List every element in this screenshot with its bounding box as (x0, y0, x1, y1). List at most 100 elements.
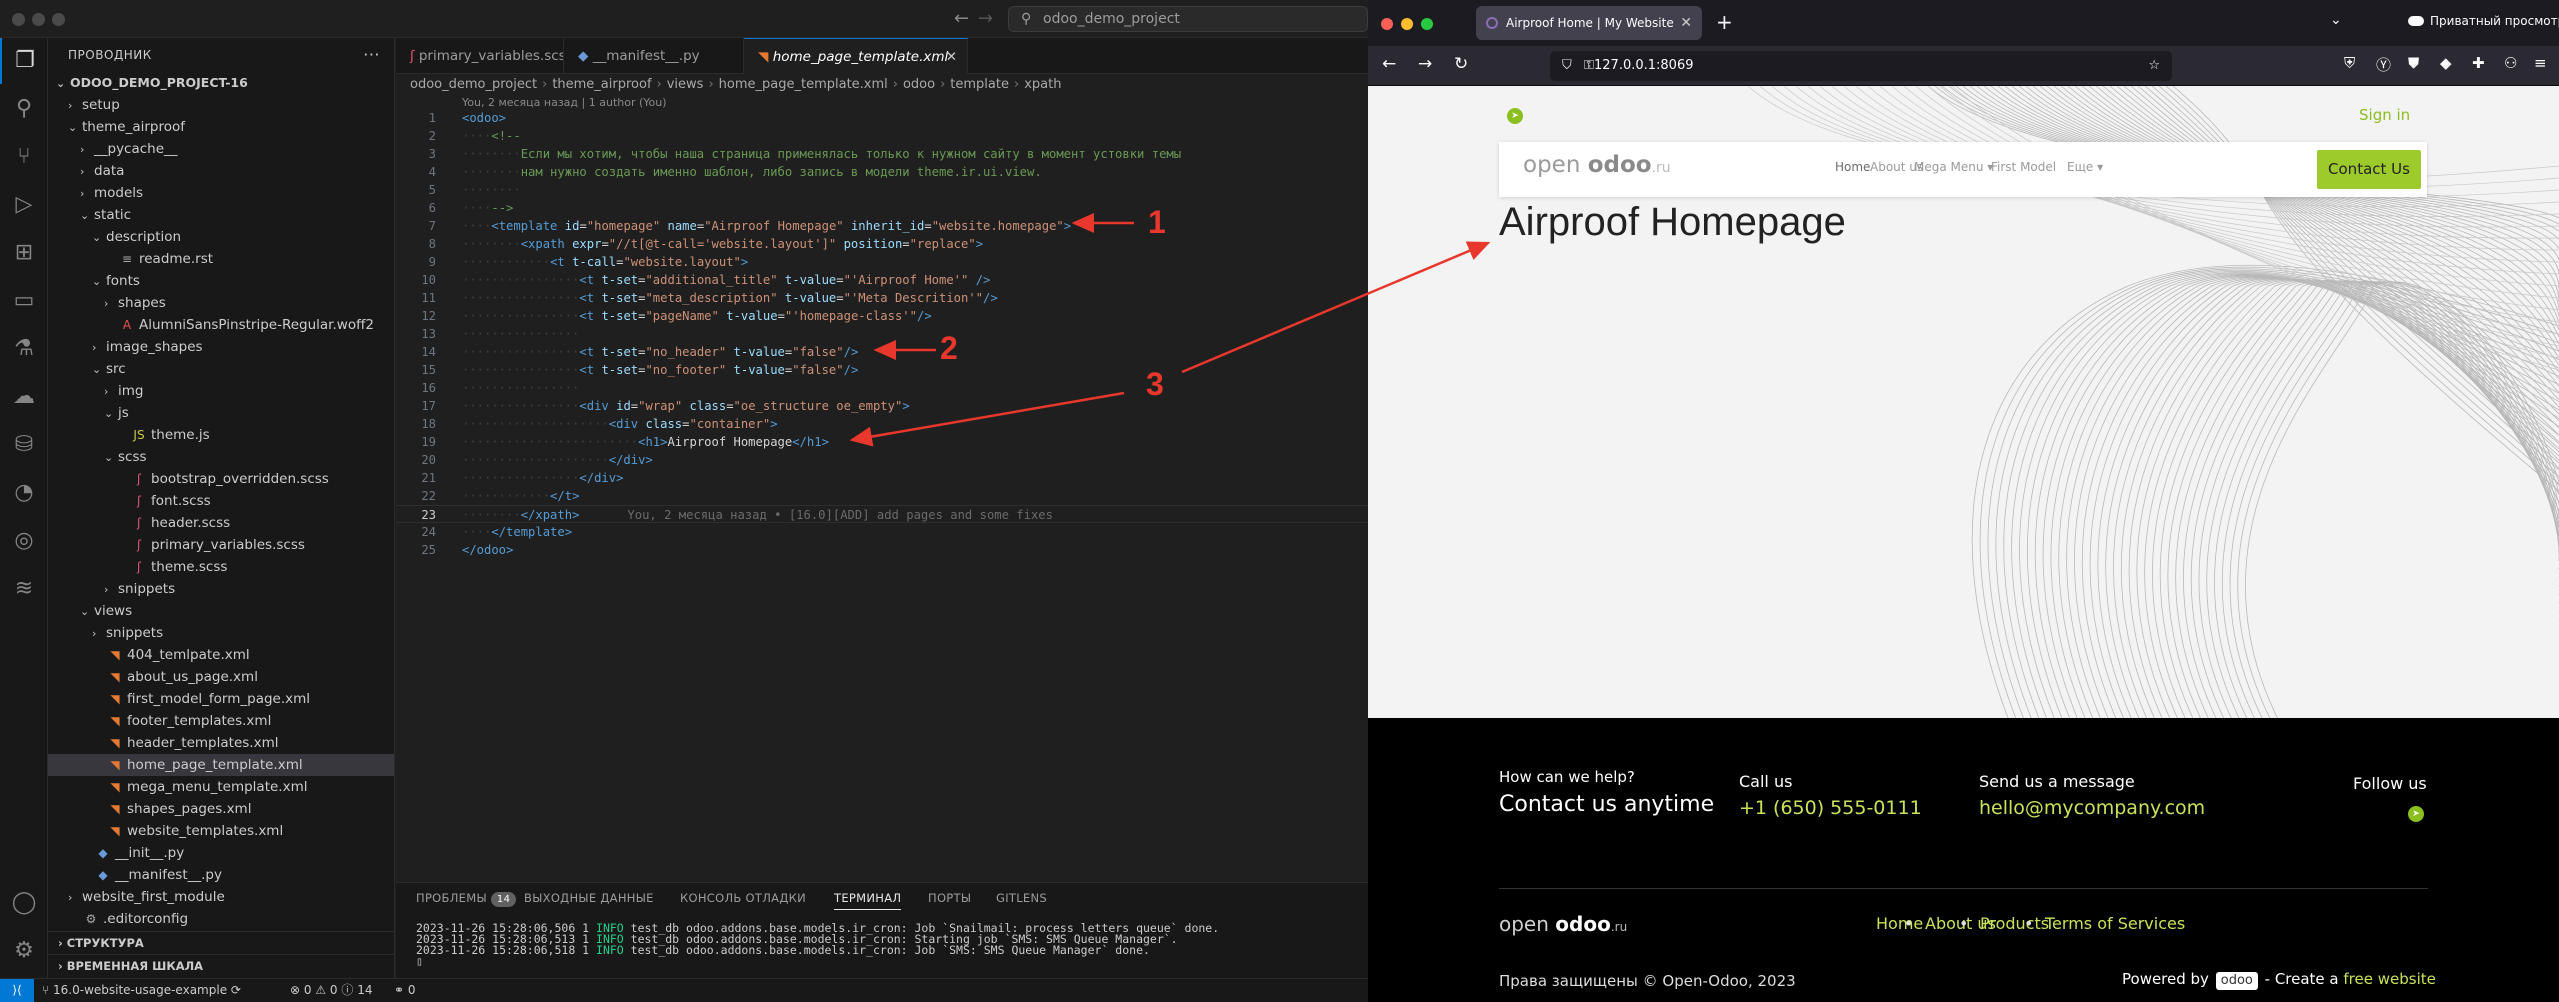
tree-file[interactable]: ◆ __manifest__.py (48, 864, 394, 886)
minimize-window-dot[interactable] (32, 13, 45, 26)
code-line[interactable]: 25 </odoo> (396, 541, 1368, 559)
url-bar[interactable]: ⛉ ⚿ 127.0.0.1:8069 ☆ (1550, 51, 2172, 81)
code-line[interactable]: 4 ········нам нужно создать именно шаблон… (396, 163, 1368, 181)
nav-link[interactable]: Home (1835, 160, 1870, 174)
tree-folder[interactable]: ⌄ theme_airproof (48, 116, 394, 138)
timeline-section[interactable]: › ВРЕМЕННАЯ ШКАЛА (48, 954, 394, 976)
code-line[interactable]: 23 ········</xpath> You, 2 месяца назад • … (396, 505, 1368, 523)
footer-logo[interactable]: open odoo.ru (1499, 912, 1627, 936)
tree-file[interactable]: ⚙ .editorconfig (48, 908, 394, 930)
gitlens-icon[interactable]: ◔ (0, 470, 48, 516)
tree-file[interactable]: ʃ font.scss (48, 490, 394, 512)
account-icon[interactable]: ◯ (0, 880, 48, 926)
blame-codelens[interactable]: You, 2 месяца назад | 1 author (You) (462, 96, 667, 109)
tree-file[interactable]: ◥ mega_menu_template.xml (48, 776, 394, 798)
tree-folder[interactable]: › image_shapes (48, 336, 394, 358)
source-control-icon[interactable]: ⑂ (0, 134, 48, 180)
code-line[interactable]: 10 ················<t t-set = "additional_t… (396, 271, 1368, 289)
browser-tab[interactable]: Airproof Home | My Website ✕ (1476, 6, 1702, 40)
tree-folder[interactable]: › snippets (48, 622, 394, 644)
tree-folder[interactable]: › data (48, 160, 394, 182)
code-line[interactable]: 9 ············<t t-call="website.layout"> (396, 253, 1368, 271)
code-line[interactable]: 20 ····················</div> (396, 451, 1368, 469)
telegram-icon[interactable]: ➤ (2408, 806, 2424, 822)
run-debug-icon[interactable]: ▷ (0, 182, 48, 228)
tree-file[interactable]: A AlumniSansPinstripe-Regular.woff2 (48, 314, 394, 336)
tree-file[interactable]: ʃ bootstrap_overridden.scss (48, 468, 394, 490)
problems-status[interactable]: ⊗ 0 ⚠ 0 ⓘ 14 (290, 979, 372, 1002)
extensions-puzzle-icon[interactable]: ✚ (2472, 54, 2485, 72)
code-line[interactable]: 1 <odoo> (396, 109, 1368, 127)
remote-indicator-icon[interactable]: ⟩⟨ (0, 979, 34, 1002)
tree-folder[interactable]: ⌄ ODOO_DEMO_PROJECT-16 (48, 72, 394, 94)
code-line[interactable]: 19 ························<h1>Airproof H… (396, 433, 1368, 451)
outline-section[interactable]: › СТРУКТУРА (48, 931, 394, 953)
reload-icon[interactable]: ↻ (1454, 54, 1468, 74)
editor-tab[interactable]: ◆ __manifest__.py (564, 38, 744, 74)
code-line[interactable]: 16 ················ (396, 379, 1368, 397)
tracking-shield-icon[interactable]: ⛉ (1562, 51, 1572, 81)
new-tab-icon[interactable]: + (1716, 10, 1733, 34)
code-line[interactable]: 21 ················</div> (396, 469, 1368, 487)
close-window-dot[interactable] (1381, 18, 1393, 30)
explorer-icon[interactable]: ❐ (0, 38, 48, 84)
free-website-link[interactable]: free website (2343, 970, 2435, 988)
code-line[interactable]: 14 ················<t t-set="no_header" t… (396, 343, 1368, 361)
code-line[interactable]: 22 ············</t> (396, 487, 1368, 505)
more-actions-icon[interactable]: ··· (363, 38, 380, 72)
list-tabs-icon[interactable]: ⌄ (2330, 12, 2342, 28)
nav-link[interactable]: First Model (1991, 160, 2056, 174)
editor-tab[interactable]: ◥ home_page_template.xml ✕ (744, 38, 968, 74)
tree-folder[interactable]: ⌄ src (48, 358, 394, 380)
contact-us-button[interactable]: Contact Us (2317, 150, 2421, 189)
breadcrumb-item[interactable]: template (950, 77, 1009, 92)
footer-link[interactable]: Products (1980, 914, 2049, 933)
breadcrumb-item[interactable]: odoo (903, 77, 935, 92)
tree-file[interactable]: JS theme.js (48, 424, 394, 446)
breadcrumb-item[interactable]: xpath (1024, 77, 1061, 92)
code-line[interactable]: 24 ····</template> (396, 523, 1368, 541)
pocket-icon[interactable]: ⛨ (2344, 54, 2355, 72)
settings-gear-icon[interactable]: ⚙ (0, 928, 48, 974)
back-arrow-icon[interactable]: ← (1382, 54, 1396, 74)
minimize-window-dot[interactable] (1401, 18, 1413, 30)
docker-icon[interactable]: ☁ (0, 374, 48, 420)
tree-folder[interactable]: ⌄ views (48, 600, 394, 622)
testing-icon[interactable]: ⚗ (0, 326, 48, 372)
breadcrumb-item[interactable]: home_page_template.xml (719, 77, 888, 92)
code-line[interactable]: 7 ····<template id="homepage" name="Airpr… (396, 217, 1368, 235)
phone-link[interactable]: +1 (650) 555-0111 (1739, 797, 1922, 819)
code-line[interactable]: 13 ················ (396, 325, 1368, 343)
close-tab-icon[interactable]: ✕ (1680, 6, 1692, 40)
tree-file[interactable]: ◥ website_templates.xml (48, 820, 394, 842)
code-line[interactable]: 3 ········Если мы хотим, чтобы наша стран… (396, 145, 1368, 163)
forward-arrow-icon[interactable]: → (978, 8, 993, 29)
forward-arrow-icon[interactable]: → (1418, 54, 1432, 74)
tree-folder[interactable]: › models (48, 182, 394, 204)
tree-folder[interactable]: ⌄ scss (48, 446, 394, 468)
remote-explorer-icon[interactable]: ▭ (0, 278, 48, 324)
tree-file[interactable]: ◥ header_templates.xml (48, 732, 394, 754)
tree-file[interactable]: ◥ 404_temlpate.xml (48, 644, 394, 666)
email-link[interactable]: hello@mycompany.com (1979, 797, 2205, 819)
panel-tab[interactable]: ТЕРМИНАЛ (834, 891, 902, 910)
panel-tab[interactable]: ВЫХОДНЫЕ ДАННЫЕ (524, 891, 654, 905)
extension-y-icon[interactable]: Ⓨ (2376, 54, 2391, 75)
panel-tab[interactable]: GITLENS (996, 891, 1047, 905)
branch-status[interactable]: ⑂ 16.0-website-usage-example ⟳ (42, 979, 241, 1002)
search-icon[interactable]: ⚲ (0, 86, 48, 132)
extension-color-icon[interactable]: ◆ (2440, 54, 2452, 72)
close-window-dot[interactable] (12, 13, 25, 26)
tree-file[interactable]: ≡ readme.rst (48, 248, 394, 270)
code-line[interactable]: 18 ····················<div class="contai… (396, 415, 1368, 433)
sign-in-link[interactable]: Sign in (2359, 106, 2410, 124)
tree-folder[interactable]: ⌄ static (48, 204, 394, 226)
bookmark-star-icon[interactable]: ☆ (2148, 51, 2160, 81)
code-line[interactable]: 2 ····<!-- (396, 127, 1368, 145)
back-arrow-icon[interactable]: ← (954, 8, 969, 29)
tree-folder[interactable]: › setup (48, 94, 394, 116)
menu-hamburger-icon[interactable]: ≡ (2534, 54, 2547, 72)
footer-link[interactable]: Home (1876, 914, 1923, 933)
panel-tab[interactable]: ПОРТЫ (928, 891, 971, 905)
tree-file[interactable]: ʃ header.scss (48, 512, 394, 534)
